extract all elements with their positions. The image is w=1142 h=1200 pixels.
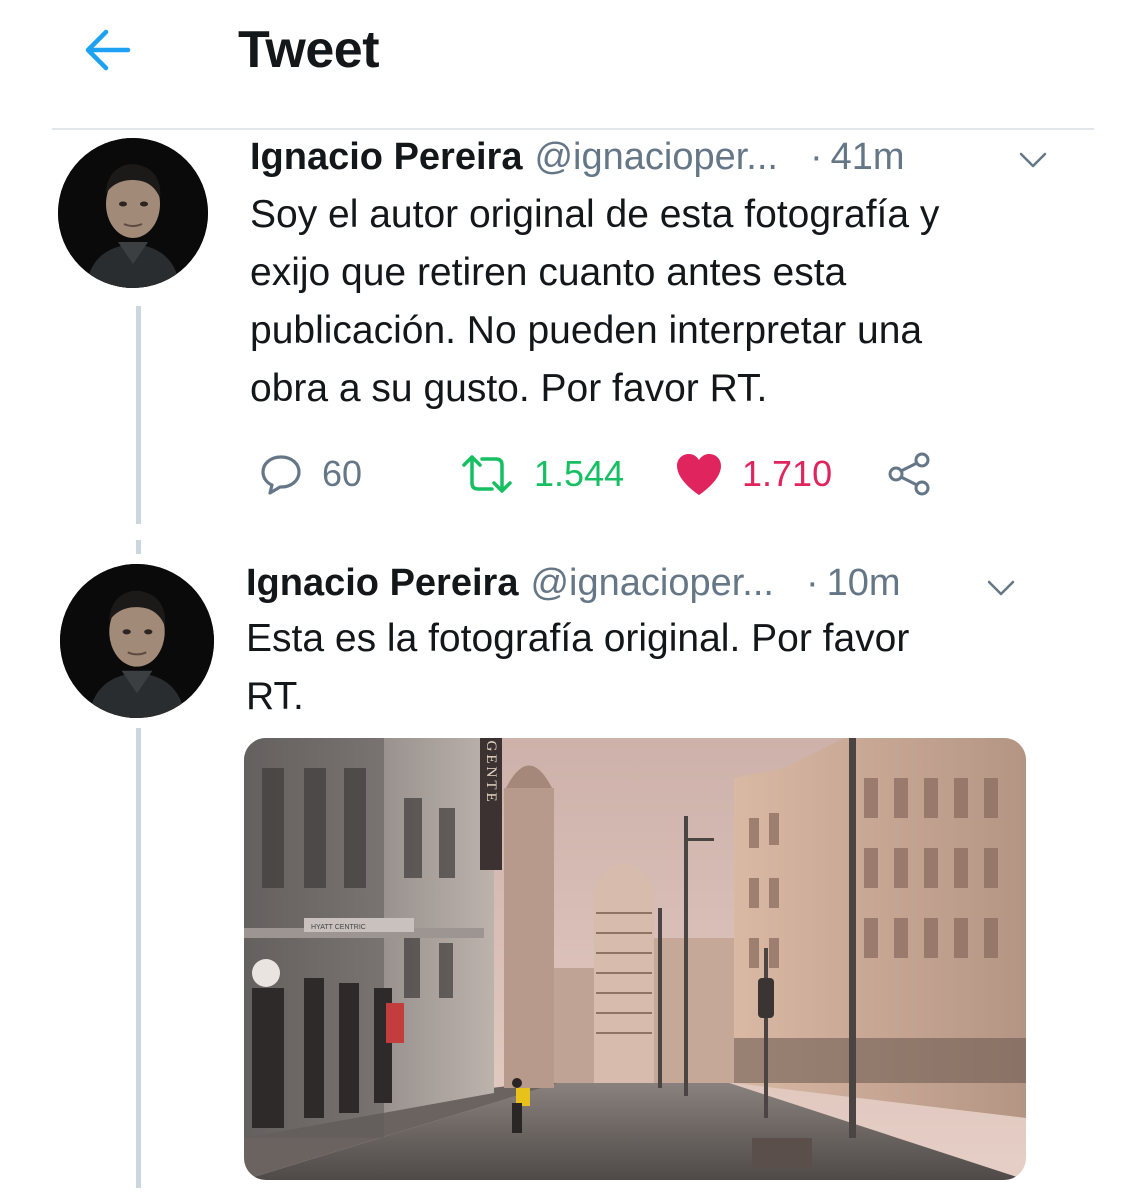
separator-dot: · [805,562,819,604]
tweet-timestamp[interactable]: 41m [831,136,905,179]
tweet-text: Esta es la fotografía original. Por favo… [246,617,910,718]
author-handle[interactable]: @ignacioper... [534,136,778,179]
tweet-menu-button[interactable] [1018,150,1048,170]
tweet-text: Soy el autor original de esta fotografía… [250,193,940,410]
avatar[interactable] [60,564,214,718]
retweet-count: 1.544 [534,453,625,494]
tweet-actions: 60 1.544 1.710 [258,446,958,502]
tweet-menu-button[interactable] [986,578,1016,598]
arrow-left-icon [85,29,131,71]
street-photo: HYATT CENTRIC REGENTE [244,738,1026,1180]
author-handle[interactable]: @ignacioper... [530,562,774,605]
back-button[interactable] [78,22,138,78]
separator-dot: · [809,136,823,178]
header-divider [52,128,1094,130]
page-title: Tweet [238,21,380,79]
thread-line [136,306,141,524]
reply-count: 60 [322,453,363,494]
sign-text: REGENTE [483,738,499,805]
share-button[interactable] [884,446,934,502]
header-bar: Tweet [0,0,1142,130]
tweet-timestamp[interactable]: 10m [827,562,901,605]
author-name[interactable]: Ignacio Pereira [246,562,518,605]
thread-line [136,728,141,1188]
tweet-header: Ignacio Pereira @ignacioper... · 41m [250,136,905,179]
chevron-down-icon [1019,152,1047,168]
tweet-header: Ignacio Pereira @ignacioper... · 10m [246,562,901,605]
tweet-photo[interactable]: HYATT CENTRIC REGENTE [244,738,1026,1180]
like-count: 1.710 [742,453,833,494]
share-icon [888,452,930,496]
awning-text: HYATT CENTRIC [311,924,366,931]
author-name[interactable]: Ignacio Pereira [250,136,522,179]
chevron-down-icon [987,580,1015,596]
reply-icon [261,455,301,495]
avatar[interactable] [58,138,208,288]
retweet-icon [462,455,512,493]
thread-line [136,540,141,554]
retweet-button[interactable]: 1.544 [458,446,624,502]
like-button[interactable]: 1.710 [674,446,832,502]
heart-icon [677,454,721,495]
reply-button[interactable]: 60 [258,446,362,502]
